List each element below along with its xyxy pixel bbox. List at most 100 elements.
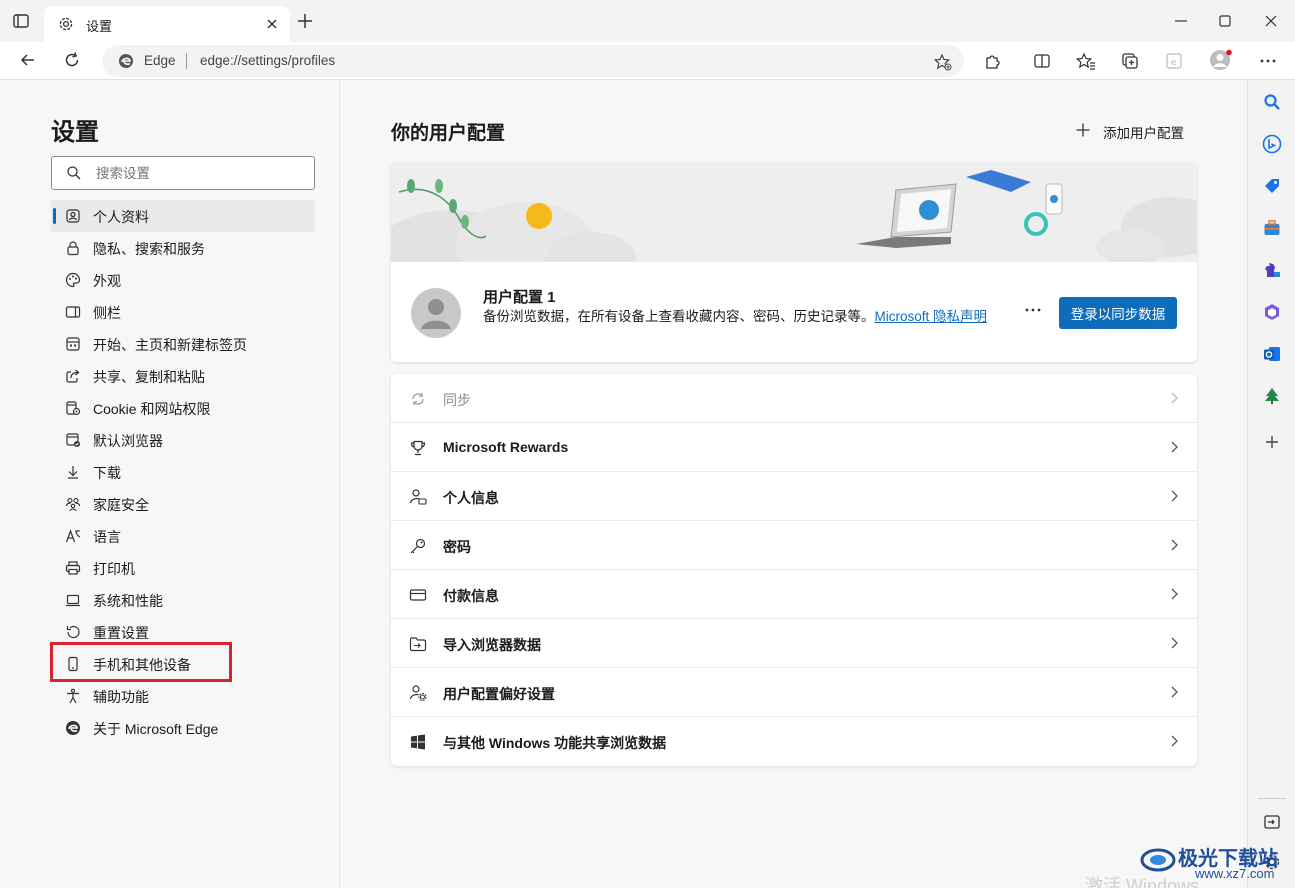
svg-text:e: e [1171, 58, 1177, 68]
maximize-icon[interactable] [1216, 12, 1234, 30]
url-text[interactable]: edge://settings/profiles [200, 53, 335, 68]
add-sidebar-app-icon[interactable] [1262, 432, 1282, 452]
sidebar-item-printers[interactable]: 打印机 [51, 552, 315, 584]
sidebar-item-label: 重置设置 [93, 625, 149, 641]
download-icon [68, 466, 78, 479]
sidebar-item-family-safety[interactable]: 家庭安全 [51, 488, 315, 520]
annotation-highlight-box [50, 642, 232, 682]
site-label: Edge [144, 53, 176, 68]
tab-settings[interactable]: 设置 [44, 6, 290, 42]
microsoft-365-icon[interactable] [1262, 302, 1282, 322]
refresh-icon[interactable] [62, 50, 82, 70]
games-icon[interactable] [1262, 260, 1282, 280]
person-card-icon [409, 489, 427, 505]
row-label: 付款信息 [443, 588, 499, 604]
sidebar-item-about-edge[interactable]: 关于 Microsoft Edge [51, 712, 315, 744]
profile-more-icon[interactable] [1023, 302, 1043, 318]
favorites-icon[interactable] [1076, 51, 1096, 71]
profile-banner-illustration [391, 162, 1197, 262]
row-label: 密码 [443, 539, 471, 555]
row-microsoft-rewards[interactable]: Microsoft Rewards [391, 423, 1197, 472]
sidebar-item-label: 关于 Microsoft Edge [93, 721, 219, 737]
sync-icon [412, 393, 424, 405]
row-payment-info[interactable]: 付款信息 [391, 570, 1197, 619]
chevron-right-icon [1171, 637, 1178, 649]
row-label: 导入浏览器数据 [443, 637, 541, 653]
minimize-icon[interactable] [1172, 12, 1190, 30]
bing-chat-icon[interactable] [1262, 134, 1282, 154]
new-tab-icon[interactable] [296, 12, 314, 30]
sidebar-item-label: 下载 [93, 465, 121, 481]
row-label: 用户配置偏好设置 [443, 686, 555, 702]
hide-sidebar-icon[interactable] [1262, 812, 1282, 832]
sidebar-item-label: 打印机 [93, 561, 135, 577]
chevron-right-icon [1171, 539, 1178, 551]
sidebar-item-profiles[interactable]: 个人资料 [51, 200, 315, 232]
sidebar-item-default-browser[interactable]: 默认浏览器 [51, 424, 315, 456]
trophy-icon [410, 440, 426, 456]
close-icon[interactable] [264, 16, 280, 32]
back-arrow-icon[interactable] [18, 50, 38, 70]
sidebar-item-sidebar[interactable]: 侧栏 [51, 296, 315, 328]
settings-title: 设置 [51, 119, 99, 146]
drop-tree-icon[interactable] [1262, 386, 1282, 406]
row-import-data[interactable]: 导入浏览器数据 [391, 619, 1197, 668]
sidebar-item-appearance[interactable]: 外观 [51, 264, 315, 296]
sidebar-item-start-home[interactable]: 开始、主页和新建标签页 [51, 328, 315, 360]
sidebar-item-label: 外观 [93, 273, 121, 289]
sidebar-item-cookies[interactable]: Cookie 和网站权限 [51, 392, 315, 424]
profile-avatar-icon[interactable] [1209, 48, 1233, 72]
window-close-icon[interactable] [1262, 12, 1280, 30]
page-title: 你的用户配置 [391, 123, 506, 144]
lock-icon [67, 241, 79, 256]
sidebar-item-label: 语言 [93, 529, 121, 545]
address-bar[interactable]: Edge edge://settings/profiles [102, 45, 964, 77]
credit-card-icon [409, 589, 427, 601]
sidebar-item-share-copy[interactable]: 共享、复制和粘贴 [51, 360, 315, 392]
sign-in-sync-button[interactable]: 登录以同步数据 [1059, 297, 1177, 329]
sidebar-item-label: 系统和性能 [93, 593, 163, 609]
sidebar-item-label: 隐私、搜索和服务 [93, 241, 205, 257]
search-box[interactable] [51, 156, 315, 190]
sidebar-divider [1258, 798, 1286, 799]
more-menu-icon[interactable] [1258, 51, 1278, 71]
main-content: 你的用户配置 添加用户配置 用户配置 1 备份浏览数据，在所有设备上查看收藏内容… [341, 80, 1247, 888]
sidebar-item-privacy[interactable]: 隐私、搜索和服务 [51, 232, 315, 264]
sidebar-item-accessibility[interactable]: 辅助功能 [51, 680, 315, 712]
printer-icon [65, 561, 81, 575]
profile-name: 用户配置 1 [483, 289, 556, 306]
split-screen-icon[interactable] [1032, 51, 1052, 71]
outlook-icon[interactable] [1262, 344, 1282, 364]
chevron-right-icon [1171, 490, 1178, 502]
sidebar-item-downloads[interactable]: 下载 [51, 456, 315, 488]
shopping-tag-icon[interactable] [1262, 176, 1282, 196]
windows-icon [411, 734, 425, 750]
extensions-icon[interactable] [983, 51, 1003, 71]
chevron-right-icon [1171, 441, 1178, 453]
palette-icon [65, 272, 81, 288]
family-icon [65, 497, 81, 512]
collections-icon[interactable] [1120, 51, 1140, 71]
row-label: 个人信息 [443, 490, 499, 506]
profile-description: 备份浏览数据，在所有设备上查看收藏内容、密码、历史记录等。Microsoft 隐… [483, 307, 1003, 326]
sidebar-item-label: 侧栏 [93, 305, 121, 321]
language-icon [65, 529, 81, 543]
row-passwords[interactable]: 密码 [391, 521, 1197, 570]
tab-actions-icon[interactable] [12, 12, 30, 30]
ie-mode-icon[interactable]: e [1164, 51, 1184, 71]
row-profile-preferences[interactable]: 用户配置偏好设置 [391, 668, 1197, 717]
row-sync[interactable]: 同步 [391, 374, 1197, 423]
sidebar-item-system[interactable]: 系统和性能 [51, 584, 315, 616]
sidebar-item-label: 家庭安全 [93, 497, 149, 513]
search-icon[interactable] [1262, 92, 1282, 112]
sidebar-item-languages[interactable]: 语言 [51, 520, 315, 552]
settings-sidebar: 设置 个人资料 隐私、搜索和服务 外观 侧栏 开始、主页和新建标签页 共享、复制… [0, 80, 340, 888]
row-label: 同步 [443, 392, 471, 408]
search-input[interactable] [96, 163, 306, 183]
tools-icon[interactable] [1262, 218, 1282, 238]
row-personal-info[interactable]: 个人信息 [391, 472, 1197, 521]
profile-description-text: 备份浏览数据，在所有设备上查看收藏内容、密码、历史记录等。 [483, 309, 875, 324]
privacy-statement-link[interactable]: Microsoft 隐私声明 [875, 309, 988, 324]
add-favorite-icon[interactable] [934, 53, 952, 71]
row-windows-sharing[interactable]: 与其他 Windows 功能共享浏览数据 [391, 717, 1197, 766]
